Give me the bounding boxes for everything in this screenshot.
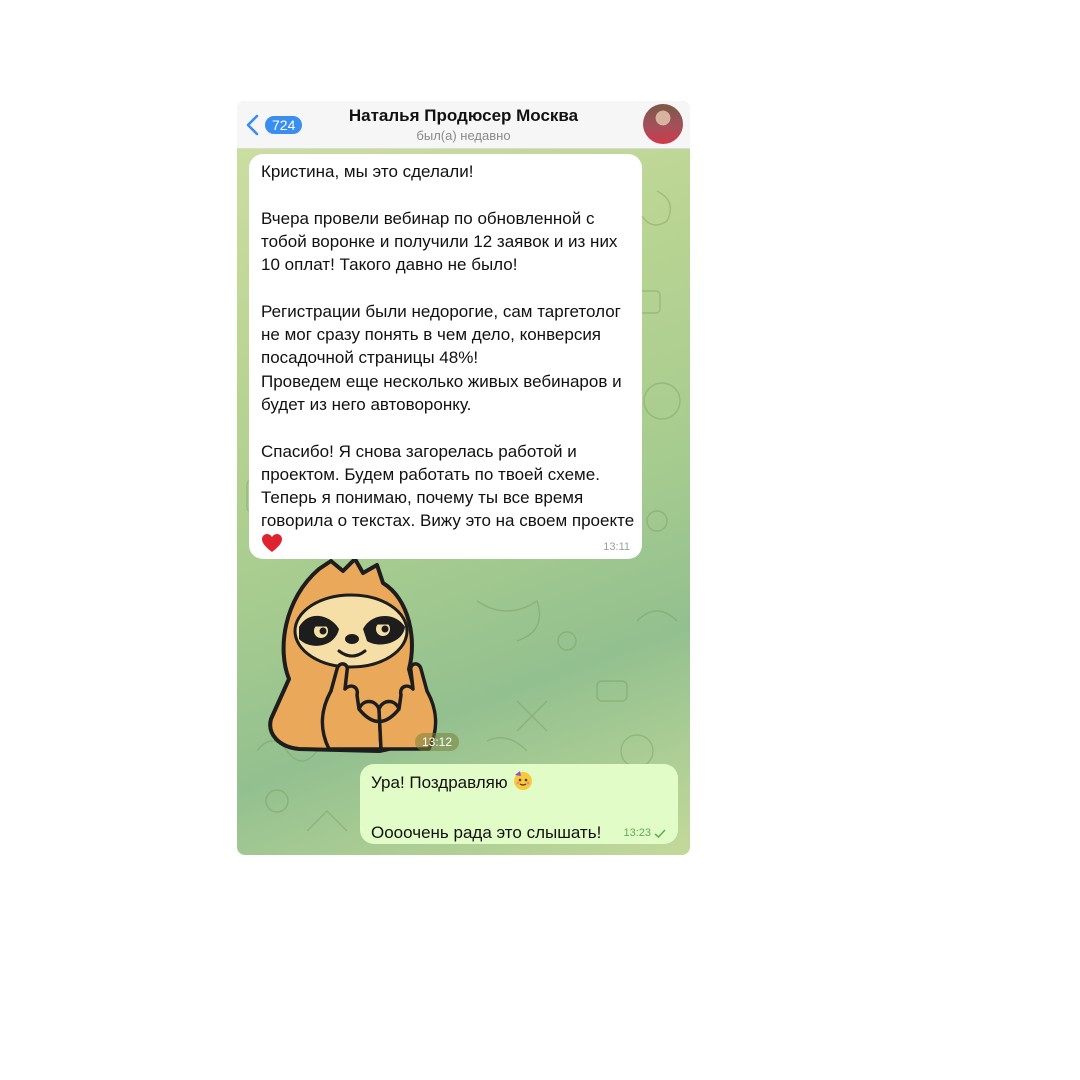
back-button[interactable]: 724 (244, 112, 314, 138)
message-time: 13:11 (603, 541, 630, 553)
unread-count-badge: 724 (265, 116, 303, 134)
incoming-message-bubble[interactable]: Кристина, мы это сделали! Вчера провели … (249, 154, 642, 559)
sloth-sticker-icon[interactable] (259, 559, 449, 759)
chat-header: 724 Наталья Продюсер Москва был(а) недав… (237, 101, 690, 149)
chat-title: Наталья Продюсер Москва (348, 106, 579, 125)
partying-face-icon (512, 769, 534, 797)
outgoing-message-bubble[interactable]: Ура! Поздравляю Оооочень рада это слышат… (360, 764, 678, 844)
sticker-time: 13:12 (415, 733, 460, 751)
sent-check-icon (654, 828, 666, 838)
message-text: Кристина, мы это сделали! Вчера провели … (261, 160, 637, 559)
message-text: Ура! Поздравляю Оооочень рада это слышат… (371, 769, 601, 844)
message-time-status: 13:23 (623, 827, 666, 839)
chevron-left-icon (246, 114, 259, 136)
last-seen-status: был(а) недавно (416, 128, 511, 143)
red-heart-icon (261, 533, 283, 559)
chat-window: 724 Наталья Продюсер Москва был(а) недав… (237, 101, 690, 855)
chat-title-area[interactable]: Наталья Продюсер Москва был(а) недавно (317, 106, 610, 144)
contact-avatar[interactable] (643, 104, 683, 144)
